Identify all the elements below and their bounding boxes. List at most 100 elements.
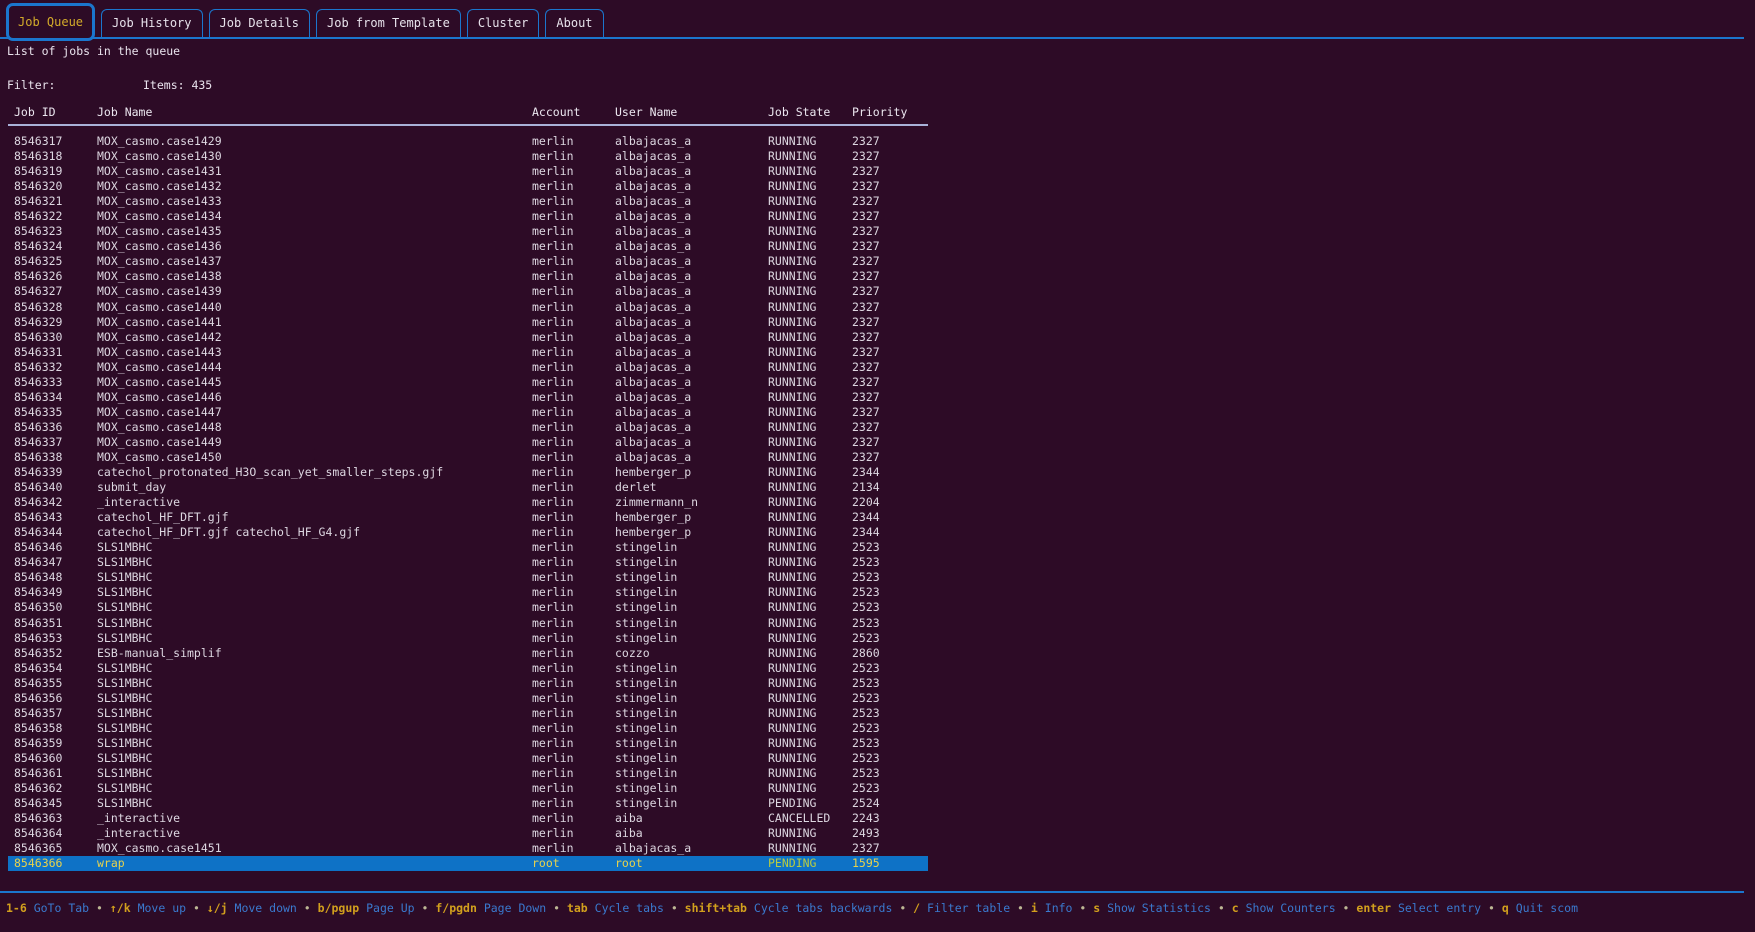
table-row[interactable]: 8546354SLS1MBHCmerlinstingelinRUNNING252…: [8, 661, 928, 676]
cell-job-id: 8546324: [14, 239, 97, 254]
cell-job-state: RUNNING: [768, 525, 852, 540]
table-row[interactable]: 8546348SLS1MBHCmerlinstingelinRUNNING252…: [8, 570, 928, 585]
table-row[interactable]: 8546343catechol_HF_DFT.gjfmerlinhemberge…: [8, 510, 928, 525]
table-row[interactable]: 8546347SLS1MBHCmerlinstingelinRUNNING252…: [8, 555, 928, 570]
cell-user-name: stingelin: [615, 691, 768, 706]
cell-job-state: RUNNING: [768, 194, 852, 209]
table-row[interactable]: 8546330MOX_casmo.case1442merlinalbajacas…: [8, 330, 928, 345]
table-row[interactable]: 8546323MOX_casmo.case1435merlinalbajacas…: [8, 224, 928, 239]
cell-job-state: RUNNING: [768, 360, 852, 375]
table-row[interactable]: 8546326MOX_casmo.case1438merlinalbajacas…: [8, 269, 928, 284]
table-row[interactable]: 8546358SLS1MBHCmerlinstingelinRUNNING252…: [8, 721, 928, 736]
cell-user-name: stingelin: [615, 781, 768, 796]
table-row[interactable]: 8546365MOX_casmo.case1451merlinalbajacas…: [8, 841, 928, 856]
cell-job-state: RUNNING: [768, 420, 852, 435]
table-row[interactable]: 8546337MOX_casmo.case1449merlinalbajacas…: [8, 435, 928, 450]
table-row[interactable]: 8546349SLS1MBHCmerlinstingelinRUNNING252…: [8, 585, 928, 600]
table-row[interactable]: 8546339catechol_protonated_H3O_scan_yet_…: [8, 465, 928, 480]
cell-job-state: RUNNING: [768, 706, 852, 721]
cell-user-name: albajacas_a: [615, 209, 768, 224]
table-row[interactable]: 8546346SLS1MBHCmerlinstingelinRUNNING252…: [8, 540, 928, 555]
table-row[interactable]: 8546322MOX_casmo.case1434merlinalbajacas…: [8, 209, 928, 224]
cell-job-name: SLS1MBHC: [97, 676, 532, 691]
table-row[interactable]: 8546325MOX_casmo.case1437merlinalbajacas…: [8, 254, 928, 269]
cell-job-name: MOX_casmo.case1436: [97, 239, 532, 254]
cell-account: merlin: [532, 811, 615, 826]
table-row[interactable]: 8546338MOX_casmo.case1450merlinalbajacas…: [8, 450, 928, 465]
cell-job-state: CANCELLED: [768, 811, 852, 826]
cell-job-state: RUNNING: [768, 616, 852, 631]
table-row[interactable]: 8546332MOX_casmo.case1444merlinalbajacas…: [8, 360, 928, 375]
cell-account: merlin: [532, 269, 615, 284]
table-row[interactable]: 8546335MOX_casmo.case1447merlinalbajacas…: [8, 405, 928, 420]
table-row[interactable]: 8546353SLS1MBHCmerlinstingelinRUNNING252…: [8, 631, 928, 646]
cell-job-id: 8546366: [14, 856, 97, 871]
table-row[interactable]: 8546318MOX_casmo.case1430merlinalbajacas…: [8, 149, 928, 164]
cell-user-name: stingelin: [615, 585, 768, 600]
table-row[interactable]: 8546360SLS1MBHCmerlinstingelinRUNNING252…: [8, 751, 928, 766]
cell-account: merlin: [532, 781, 615, 796]
keybar-separator: •: [1211, 901, 1232, 915]
keybar-item-page-down: f/pgdn Page Down: [435, 901, 546, 915]
cell-job-name: SLS1MBHC: [97, 721, 532, 736]
table-row[interactable]: 8546331MOX_casmo.case1443merlinalbajacas…: [8, 345, 928, 360]
items-count: Items: 435: [143, 78, 212, 92]
table-row[interactable]: 8546351SLS1MBHCmerlinstingelinRUNNING252…: [8, 616, 928, 631]
table-row[interactable]: 8546320MOX_casmo.case1432merlinalbajacas…: [8, 179, 928, 194]
cell-job-name: MOX_casmo.case1449: [97, 435, 532, 450]
table-row[interactable]: 8546336MOX_casmo.case1448merlinalbajacas…: [8, 420, 928, 435]
cell-job-id: 8546346: [14, 540, 97, 555]
table-row[interactable]: 8546344catechol_HF_DFT.gjf catechol_HF_G…: [8, 525, 928, 540]
cell-job-state: RUNNING: [768, 736, 852, 751]
table-row[interactable]: 8546361SLS1MBHCmerlinstingelinRUNNING252…: [8, 766, 928, 781]
tab-about[interactable]: About: [545, 9, 603, 37]
table-row[interactable]: 8546362SLS1MBHCmerlinstingelinRUNNING252…: [8, 781, 928, 796]
table-row[interactable]: 8546342_interactivemerlinzimmermann_nRUN…: [8, 495, 928, 510]
cell-job-state: RUNNING: [768, 179, 852, 194]
table-row[interactable]: 8546329MOX_casmo.case1441merlinalbajacas…: [8, 315, 928, 330]
table-row[interactable]: 8546327MOX_casmo.case1439merlinalbajacas…: [8, 284, 928, 299]
table-row[interactable]: 8546317MOX_casmo.case1429merlinalbajacas…: [8, 134, 928, 149]
tab-cluster[interactable]: Cluster: [467, 9, 540, 37]
table-row[interactable]: 8546328MOX_casmo.case1440merlinalbajacas…: [8, 300, 928, 315]
table-row[interactable]: 8546334MOX_casmo.case1446merlinalbajacas…: [8, 390, 928, 405]
table-row[interactable]: 8546319MOX_casmo.case1431merlinalbajacas…: [8, 164, 928, 179]
cell-priority: 2523: [852, 781, 928, 796]
tab-job-queue[interactable]: Job Queue: [6, 3, 95, 41]
cell-account: merlin: [532, 751, 615, 766]
table-row[interactable]: 8546356SLS1MBHCmerlinstingelinRUNNING252…: [8, 691, 928, 706]
cell-priority: 2523: [852, 570, 928, 585]
table-row[interactable]: 8546350SLS1MBHCmerlinstingelinRUNNING252…: [8, 600, 928, 615]
cell-account: root: [532, 856, 615, 871]
table-row[interactable]: 8546359SLS1MBHCmerlinstingelinRUNNING252…: [8, 736, 928, 751]
cell-priority: 2523: [852, 540, 928, 555]
table-row[interactable]: 8546355SLS1MBHCmerlinstingelinRUNNING252…: [8, 676, 928, 691]
table-row[interactable]: 8546357SLS1MBHCmerlinstingelinRUNNING252…: [8, 706, 928, 721]
table-row[interactable]: 8546363_interactivemerlinaibaCANCELLED22…: [8, 811, 928, 826]
table-row[interactable]: 8546333MOX_casmo.case1445merlinalbajacas…: [8, 375, 928, 390]
cell-priority: 2327: [852, 224, 928, 239]
table-row[interactable]: 8546345SLS1MBHCmerlinstingelinPENDING252…: [8, 796, 928, 811]
cell-job-id: 8546325: [14, 254, 97, 269]
keybar-description: Filter table: [920, 901, 1010, 915]
tab-job-from-template[interactable]: Job from Template: [316, 9, 461, 37]
filter-input[interactable]: [59, 78, 139, 91]
cell-job-name: submit_day: [97, 480, 532, 495]
tab-job-details[interactable]: Job Details: [209, 9, 310, 37]
keybar-item-info: i Info: [1031, 901, 1073, 915]
table-row[interactable]: 8546366wraprootrootPENDING1595: [8, 856, 928, 871]
table-row[interactable]: 8546352ESB-manual_simplifmerlincozzoRUNN…: [8, 646, 928, 661]
cell-user-name: albajacas_a: [615, 269, 768, 284]
tab-job-history[interactable]: Job History: [101, 9, 202, 37]
table-row[interactable]: 8546324MOX_casmo.case1436merlinalbajacas…: [8, 239, 928, 254]
cell-job-state: RUNNING: [768, 164, 852, 179]
keybar-separator: •: [1010, 901, 1031, 915]
table-row[interactable]: 8546340submit_daymerlinderletRUNNING2134: [8, 480, 928, 495]
cell-account: merlin: [532, 646, 615, 661]
keybar-separator: •: [89, 901, 110, 915]
cell-job-state: RUNNING: [768, 841, 852, 856]
cell-user-name: albajacas_a: [615, 284, 768, 299]
cell-job-name: SLS1MBHC: [97, 555, 532, 570]
table-row[interactable]: 8546364_interactivemerlinaibaRUNNING2493: [8, 826, 928, 841]
table-row[interactable]: 8546321MOX_casmo.case1433merlinalbajacas…: [8, 194, 928, 209]
